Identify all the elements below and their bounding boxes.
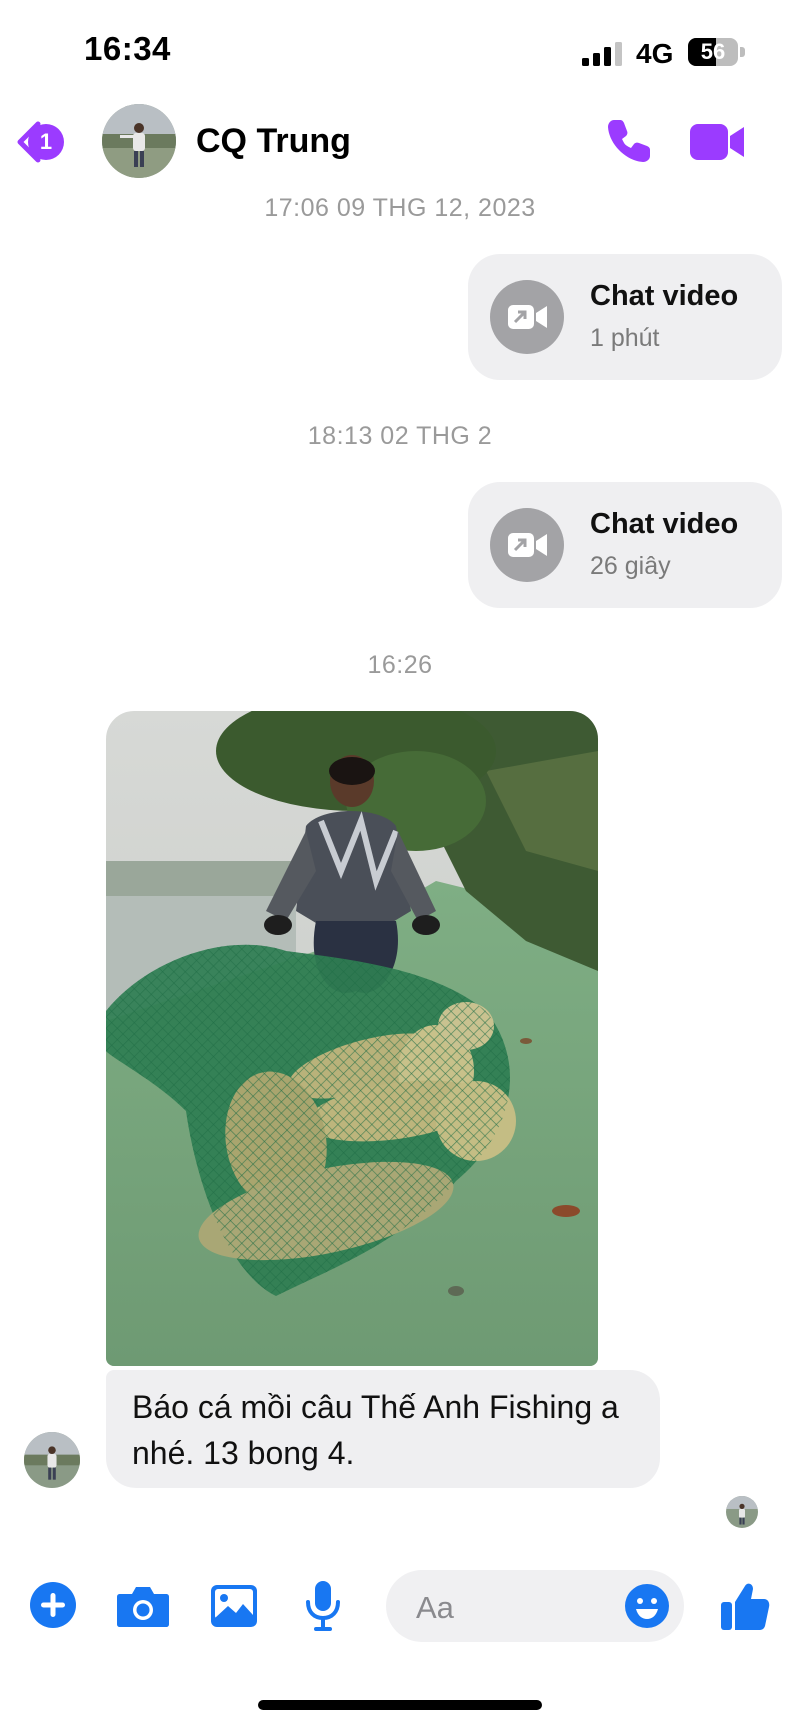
- video-call-bubble[interactable]: Chat video 26 giây: [468, 482, 782, 608]
- sender-avatar[interactable]: [24, 1432, 80, 1488]
- read-receipt-avatar: [726, 1496, 758, 1528]
- call-title: Chat video: [590, 280, 739, 312]
- video-call-bubble[interactable]: Chat video 1 phút: [468, 254, 782, 380]
- message-placeholder: Aa: [416, 1590, 454, 1625]
- call-duration: 1 phút: [590, 324, 660, 352]
- camera-icon[interactable]: [116, 1584, 170, 1628]
- message-input[interactable]: Aa: [386, 1570, 684, 1642]
- timestamp: 16:26: [367, 651, 433, 679]
- signal-icon: [582, 42, 622, 66]
- call-duration: 26 giây: [590, 552, 671, 580]
- photo-message[interactable]: [106, 711, 598, 1366]
- unread-badge: 1: [28, 124, 64, 160]
- call-title: Chat video: [590, 508, 739, 540]
- image-icon[interactable]: [210, 1584, 258, 1628]
- contact-name[interactable]: CQ Trung: [196, 122, 351, 161]
- status-time: 16:34: [84, 30, 171, 67]
- fishing-photo-icon: [106, 711, 598, 1366]
- home-indicator: [258, 1700, 542, 1710]
- thumbs-up-icon[interactable]: [720, 1580, 770, 1632]
- video-camera-icon[interactable]: [690, 120, 746, 164]
- plus-icon[interactable]: [30, 1582, 76, 1628]
- battery-level: 56: [700, 39, 726, 64]
- text-message-bubble[interactable]: Báo cá mồi câu Thế Anh Fishing a nhé. 13…: [106, 1370, 660, 1488]
- message-text: Báo cá mồi câu Thế Anh Fishing a nhé. 13…: [132, 1389, 619, 1471]
- video-call-icon: [490, 280, 564, 354]
- video-call-icon: [490, 508, 564, 582]
- phone-icon[interactable]: [604, 116, 654, 166]
- battery-icon: 56: [688, 38, 746, 66]
- microphone-icon[interactable]: [304, 1580, 342, 1632]
- emoji-icon[interactable]: [624, 1583, 670, 1629]
- network-label: 4G: [636, 38, 674, 69]
- timestamp: 17:06 09 THG 12, 2023: [264, 194, 536, 222]
- timestamp: 18:13 02 THG 2: [307, 422, 493, 450]
- contact-avatar[interactable]: [102, 104, 176, 178]
